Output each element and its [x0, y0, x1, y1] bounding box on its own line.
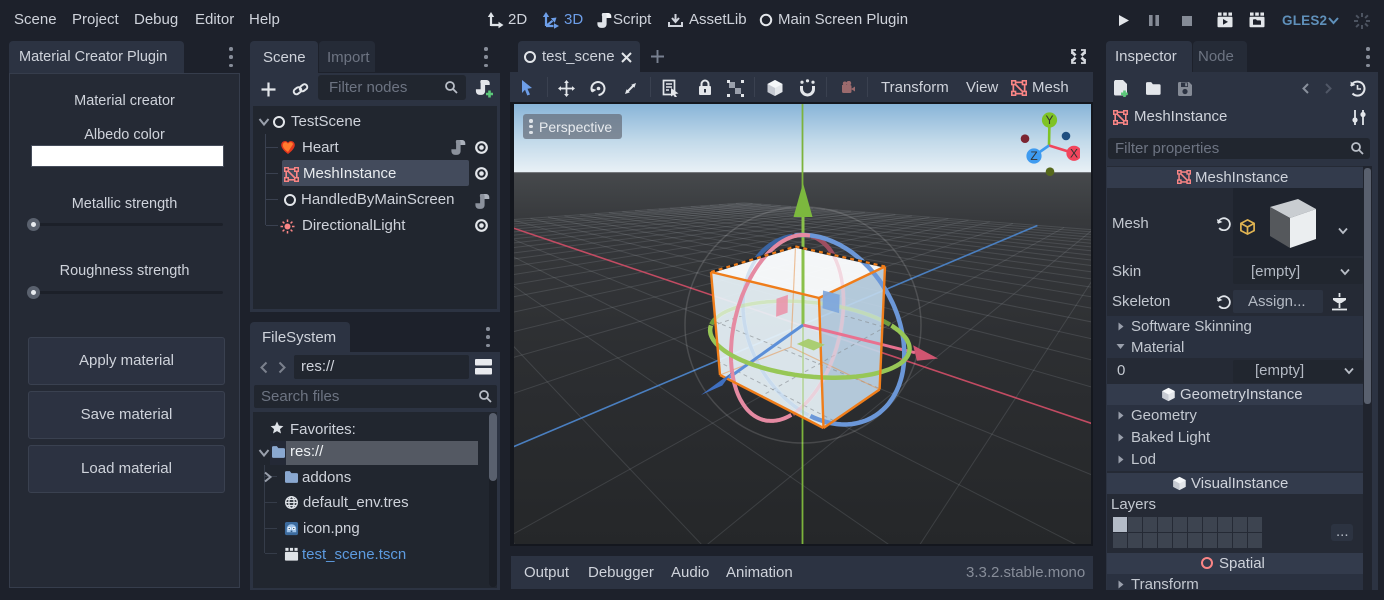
svg-text:X: X	[1070, 147, 1078, 161]
svg-text:Y: Y	[1045, 113, 1053, 127]
svg-text:Z: Z	[1030, 149, 1037, 163]
